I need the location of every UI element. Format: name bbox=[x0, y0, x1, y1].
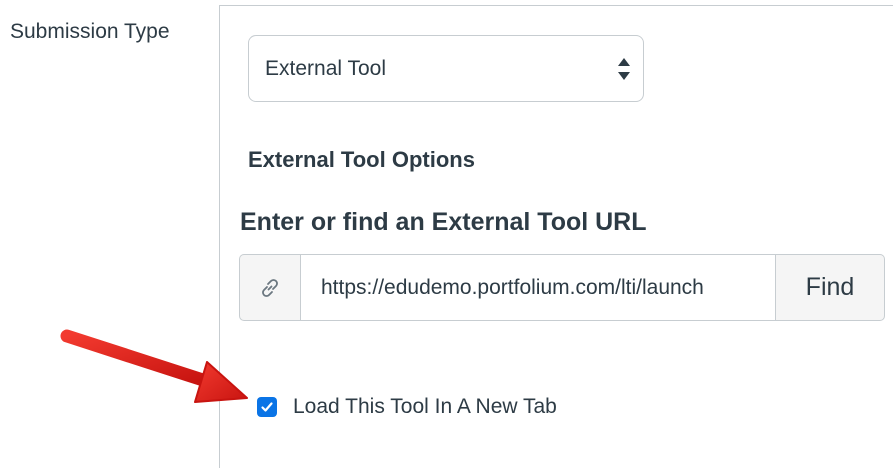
find-button[interactable]: Find bbox=[776, 254, 885, 321]
external-tool-options-heading: External Tool Options bbox=[248, 147, 475, 172]
annotation-arrow-icon bbox=[60, 329, 248, 403]
select-arrows-icon bbox=[618, 57, 630, 80]
external-tool-url-heading: Enter or find an External Tool URL bbox=[240, 208, 647, 236]
submission-type-selected-value: External Tool bbox=[265, 56, 387, 80]
link-icon bbox=[262, 278, 278, 297]
url-prefix bbox=[239, 254, 300, 321]
checkmark-icon bbox=[261, 402, 273, 412]
external-tool-url-group: Find bbox=[239, 254, 885, 321]
new-tab-checkbox[interactable] bbox=[257, 397, 277, 417]
new-tab-label: Load This Tool In A New Tab bbox=[293, 395, 557, 418]
page: Submission Type External Tool External T… bbox=[0, 0, 893, 468]
new-tab-option: Load This Tool In A New Tab bbox=[257, 395, 557, 419]
submission-type-label: Submission Type bbox=[10, 20, 170, 43]
external-tool-url-input[interactable] bbox=[300, 254, 776, 321]
submission-type-select[interactable]: External Tool bbox=[248, 35, 644, 102]
